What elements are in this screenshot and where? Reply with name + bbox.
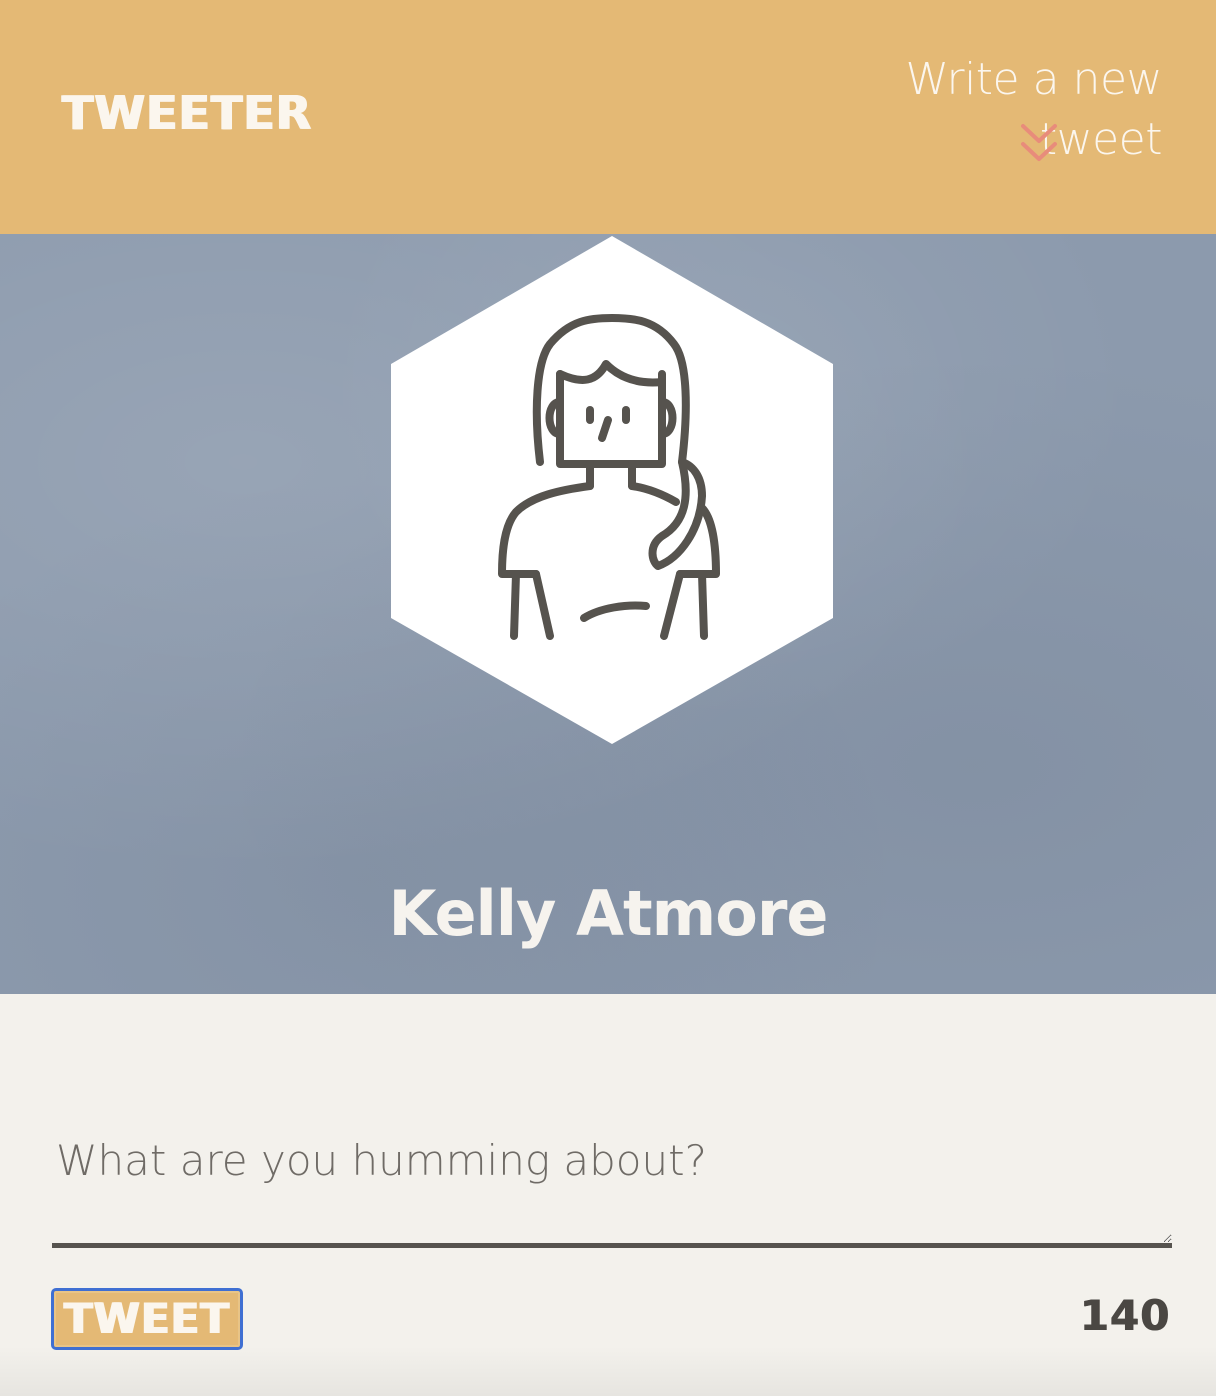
- bottom-shadow: [0, 1346, 1216, 1396]
- tweet-input[interactable]: [52, 1122, 1172, 1248]
- double-chevron-down-icon[interactable]: [1020, 122, 1058, 166]
- woman-avatar-icon: [391, 236, 833, 744]
- tweet-submit-button[interactable]: TWEET: [51, 1288, 243, 1350]
- write-new-tweet-toggle[interactable]: Write a new tweet: [782, 50, 1162, 170]
- tweet-compose-form: TWEET 140: [0, 994, 1216, 1396]
- write-new-tweet-label[interactable]: Write a new tweet: [782, 50, 1162, 170]
- site-header: TWEETER Write a new tweet: [0, 0, 1216, 234]
- profile-banner: Kelly Atmore: [0, 234, 1216, 994]
- user-name: Kelly Atmore: [388, 877, 829, 950]
- brand-logo[interactable]: TWEETER: [62, 84, 312, 142]
- character-counter: 140: [1079, 1291, 1170, 1340]
